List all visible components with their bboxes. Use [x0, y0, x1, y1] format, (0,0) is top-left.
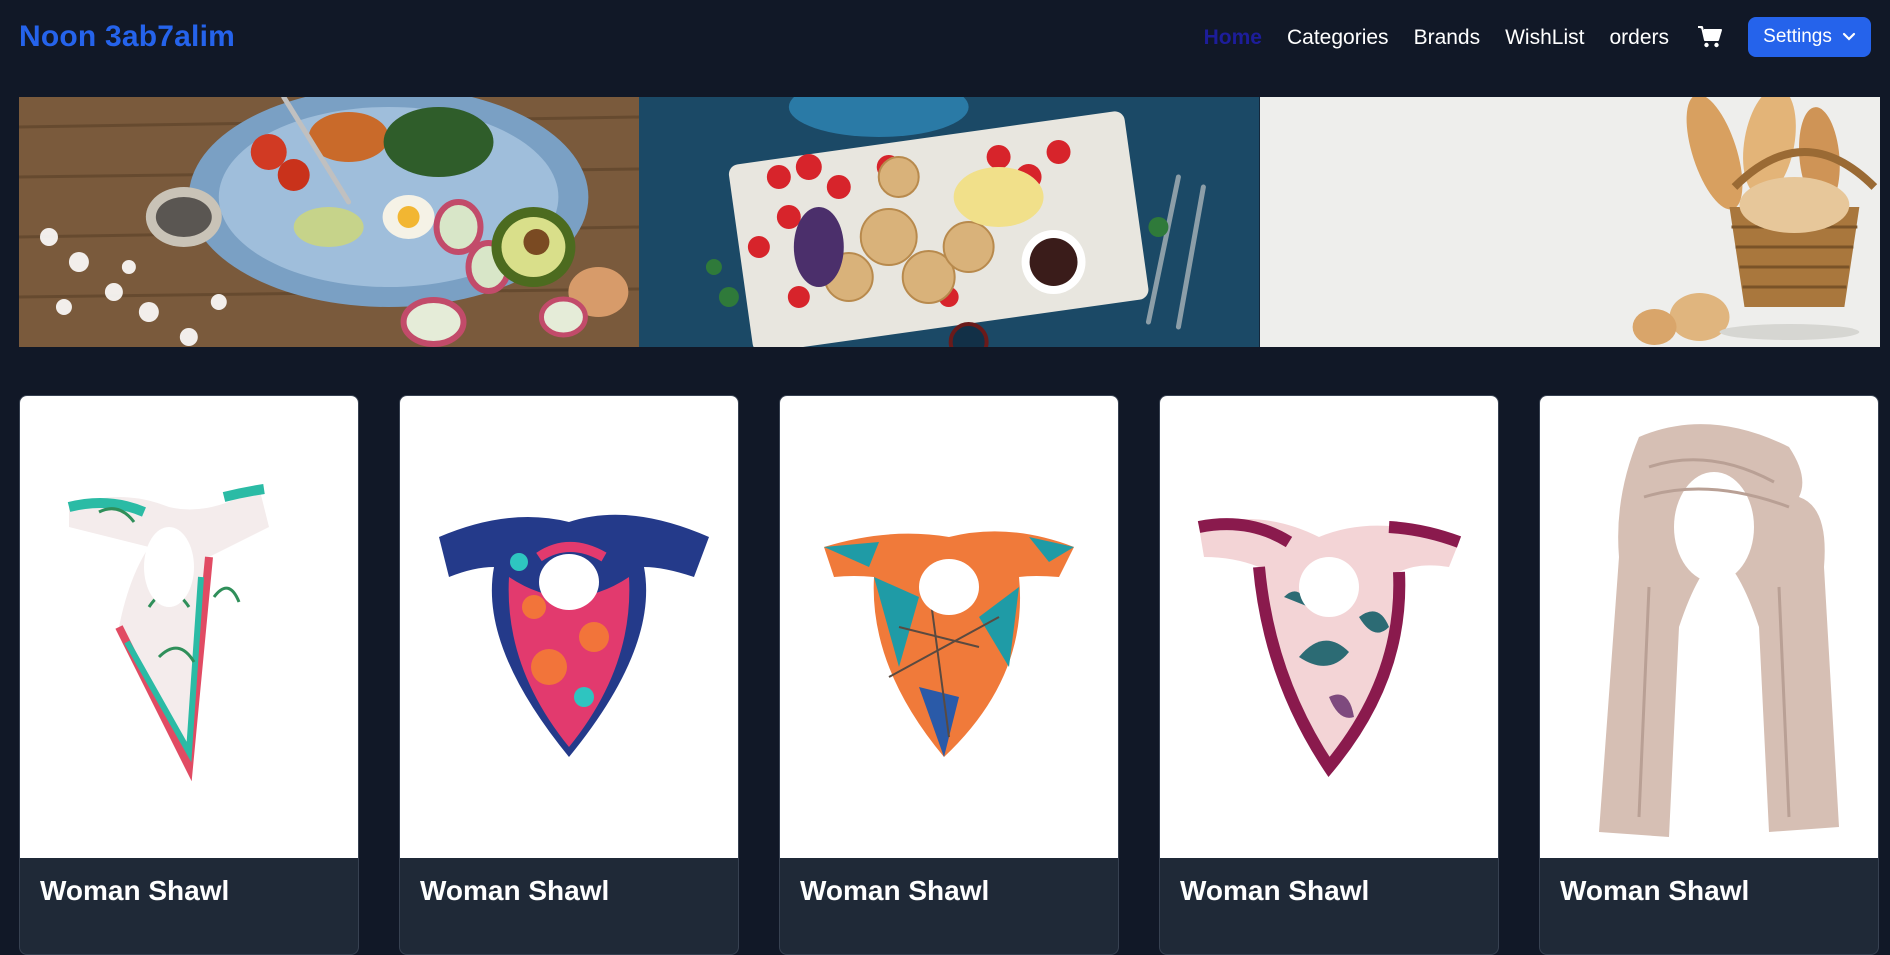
- product-card[interactable]: Woman Shawl: [1159, 395, 1499, 955]
- product-grid: Woman Shawl Woman Shawl Woman Shawl Woma…: [19, 395, 1880, 955]
- nav-link-orders[interactable]: orders: [1609, 27, 1669, 48]
- shopping-cart-icon[interactable]: [1696, 23, 1724, 51]
- slide-platter-image: [639, 97, 1260, 347]
- product-image-floral-scarf: [20, 396, 358, 858]
- product-image-beige-long-scarf: [1540, 396, 1878, 858]
- hero-slider[interactable]: [19, 97, 1880, 347]
- slide-bread-basket-image: [1259, 97, 1880, 347]
- slide-food-plate-image: [19, 97, 640, 347]
- nav-link-categories[interactable]: Categories: [1287, 27, 1389, 48]
- product-title: Woman Shawl: [420, 875, 610, 906]
- nav-link-home[interactable]: Home: [1204, 27, 1262, 48]
- product-image-blue-pink-scarf: [400, 396, 738, 858]
- nav-menu: Home Categories Brands WishList orders S…: [1204, 17, 1871, 57]
- product-card[interactable]: Woman Shawl: [399, 395, 739, 955]
- product-image-orange-teal-scarf: [780, 396, 1118, 858]
- product-card[interactable]: Woman Shawl: [1539, 395, 1879, 955]
- navbar: Noon 3ab7alim Home Categories Brands Wis…: [0, 0, 1890, 74]
- nav-link-brands[interactable]: Brands: [1414, 27, 1481, 48]
- product-title: Woman Shawl: [800, 875, 990, 906]
- nav-link-wishlist[interactable]: WishList: [1505, 27, 1584, 48]
- product-image-purple-pink-scarf: [1160, 396, 1498, 858]
- settings-label: Settings: [1763, 26, 1832, 47]
- settings-dropdown-button[interactable]: Settings: [1748, 17, 1871, 57]
- product-title: Woman Shawl: [1180, 875, 1370, 906]
- product-card[interactable]: Woman Shawl: [19, 395, 359, 955]
- brand-logo[interactable]: Noon 3ab7alim: [19, 20, 235, 54]
- chevron-down-icon: [1842, 26, 1856, 48]
- product-title: Woman Shawl: [40, 875, 230, 906]
- product-title: Woman Shawl: [1560, 875, 1750, 906]
- product-card[interactable]: Woman Shawl: [779, 395, 1119, 955]
